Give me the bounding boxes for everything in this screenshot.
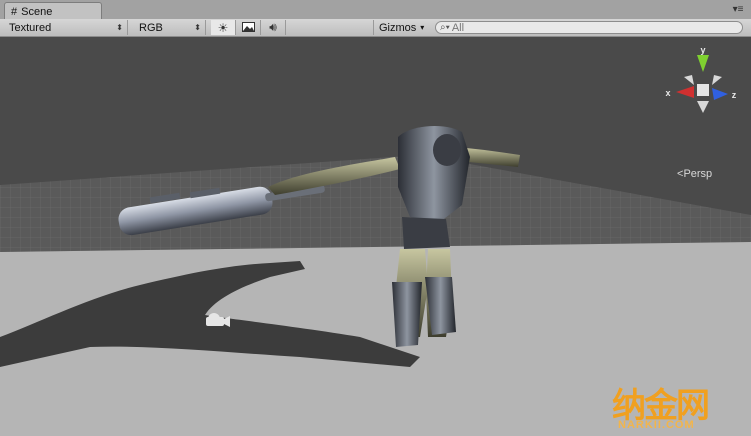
render-mode-dropdown[interactable]: Textured ⬍ (4, 20, 128, 35)
tab-menu-icon[interactable]: ▾≡ (731, 3, 745, 15)
search-input[interactable]: ⌕▾ All (435, 21, 743, 34)
image-icon (241, 21, 255, 35)
character-left-boot (392, 282, 422, 347)
projection-label: Persp (683, 168, 713, 180)
projection-toggle[interactable]: <Persp (677, 168, 712, 180)
updown-arrow-icon: ⬍ (116, 23, 123, 32)
y-axis-label: y (700, 45, 705, 55)
tab-scene[interactable]: # Scene (4, 2, 102, 20)
gizmos-dropdown[interactable]: Gizmos ▾ (373, 20, 427, 35)
watermark-site: NARKII.COM (618, 419, 695, 431)
scene-window: # Scene ▾≡ Textured ⬍ RGB ⬍ ☀ 🔊︎ Gizmos … (0, 0, 751, 436)
lighting-toggle-button[interactable]: ☀ (211, 20, 236, 35)
grid-hash-icon: # (11, 5, 18, 18)
tab-bar: # Scene ▾≡ (0, 0, 751, 20)
render-mode-value: Textured (9, 21, 52, 34)
chevron-down-icon: ▾ (420, 23, 425, 32)
scene-canvas: y x z (0, 37, 751, 436)
color-mode-value: RGB (139, 21, 163, 34)
skybox-toggle-button[interactable] (236, 20, 261, 35)
color-mode-dropdown[interactable]: RGB ⬍ (134, 20, 206, 35)
x-axis-label: x (665, 88, 670, 98)
scene-viewport[interactable]: y x z <Persp (0, 37, 751, 436)
speaker-icon: 🔊︎ (269, 20, 277, 34)
gizmo-center-cube[interactable] (697, 84, 709, 96)
z-axis-label: z (732, 90, 737, 100)
scene-toolbar: Textured ⬍ RGB ⬍ ☀ 🔊︎ Gizmos ▾ ⌕▾ All (0, 19, 751, 37)
gizmos-label: Gizmos (379, 21, 417, 34)
character-waist (402, 217, 450, 249)
search-icon: ⌕▾ (440, 22, 450, 33)
sun-icon: ☀ (217, 20, 229, 35)
search-placeholder: All (451, 21, 465, 34)
character-head (433, 134, 461, 166)
updown-arrow-icon: ⬍ (194, 23, 201, 32)
tab-scene-label: Scene (21, 5, 53, 18)
audio-toggle-button[interactable]: 🔊︎ (261, 20, 286, 35)
